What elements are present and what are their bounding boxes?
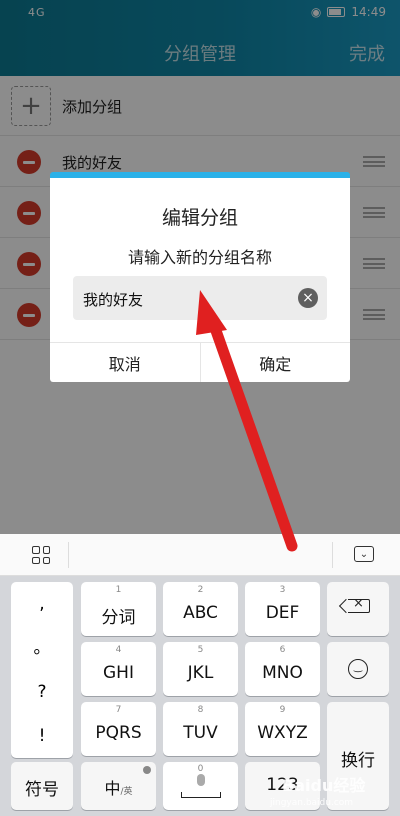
apps-grid-icon[interactable] bbox=[32, 546, 50, 564]
microphone-icon bbox=[196, 774, 205, 786]
dialog-prompt: 请输入新的分组名称 bbox=[127, 248, 272, 267]
key-8[interactable]: 8 TUV bbox=[163, 702, 238, 756]
symbols-key[interactable]: 符号 bbox=[11, 762, 73, 810]
key-4[interactable]: 4 GHI bbox=[81, 642, 156, 696]
toolbar-divider bbox=[68, 542, 69, 568]
toolbar-divider bbox=[332, 542, 333, 568]
cancel-button[interactable]: 取消 bbox=[50, 343, 200, 382]
edit-group-dialog: 编辑分组 请输入新的分组名称 我的好友 × 取消 确定 bbox=[50, 172, 350, 382]
baidu-watermark: Baidu经验 jingyan.baidu.com bbox=[270, 776, 366, 808]
clear-icon[interactable]: × bbox=[298, 288, 318, 308]
key-1[interactable]: 1 分词 bbox=[81, 582, 156, 636]
confirm-button[interactable]: 确定 bbox=[199, 343, 351, 382]
key-9[interactable]: 9 WXYZ bbox=[245, 702, 320, 756]
space-icon bbox=[180, 792, 221, 798]
key-6[interactable]: 6 MNO bbox=[245, 642, 320, 696]
punct-key[interactable]: , bbox=[11, 582, 73, 626]
group-name-input-value: 我的好友 bbox=[83, 291, 144, 309]
emoji-key[interactable]: ‿ bbox=[327, 642, 389, 696]
language-switch-key[interactable]: 中/英 bbox=[81, 762, 156, 810]
key-3[interactable]: 3 DEF bbox=[245, 582, 320, 636]
key-7[interactable]: 7 PQRS bbox=[81, 702, 156, 756]
keyboard-toolbar: ⌄ bbox=[0, 534, 400, 576]
backspace-key[interactable] bbox=[327, 582, 389, 636]
space-key[interactable]: 0 bbox=[163, 762, 238, 810]
settings-dot-icon bbox=[143, 766, 151, 774]
smiley-icon: ‿ bbox=[348, 659, 368, 679]
dialog-buttons: 取消 确定 bbox=[50, 342, 350, 382]
punct-key[interactable]: ? bbox=[11, 670, 73, 714]
punct-key[interactable]: 。 bbox=[11, 626, 73, 670]
keyboard-collapse-icon[interactable]: ⌄ bbox=[354, 546, 374, 562]
dialog-title: 编辑分组 bbox=[161, 207, 238, 229]
group-name-input[interactable]: 我的好友 × bbox=[73, 276, 327, 320]
backspace-icon bbox=[348, 596, 370, 613]
key-2[interactable]: 2 ABC bbox=[163, 582, 238, 636]
key-5[interactable]: 5 JKL bbox=[163, 642, 238, 696]
punctuation-column[interactable]: , 。 ? ! bbox=[11, 582, 73, 758]
punct-key[interactable]: ! bbox=[11, 714, 73, 758]
